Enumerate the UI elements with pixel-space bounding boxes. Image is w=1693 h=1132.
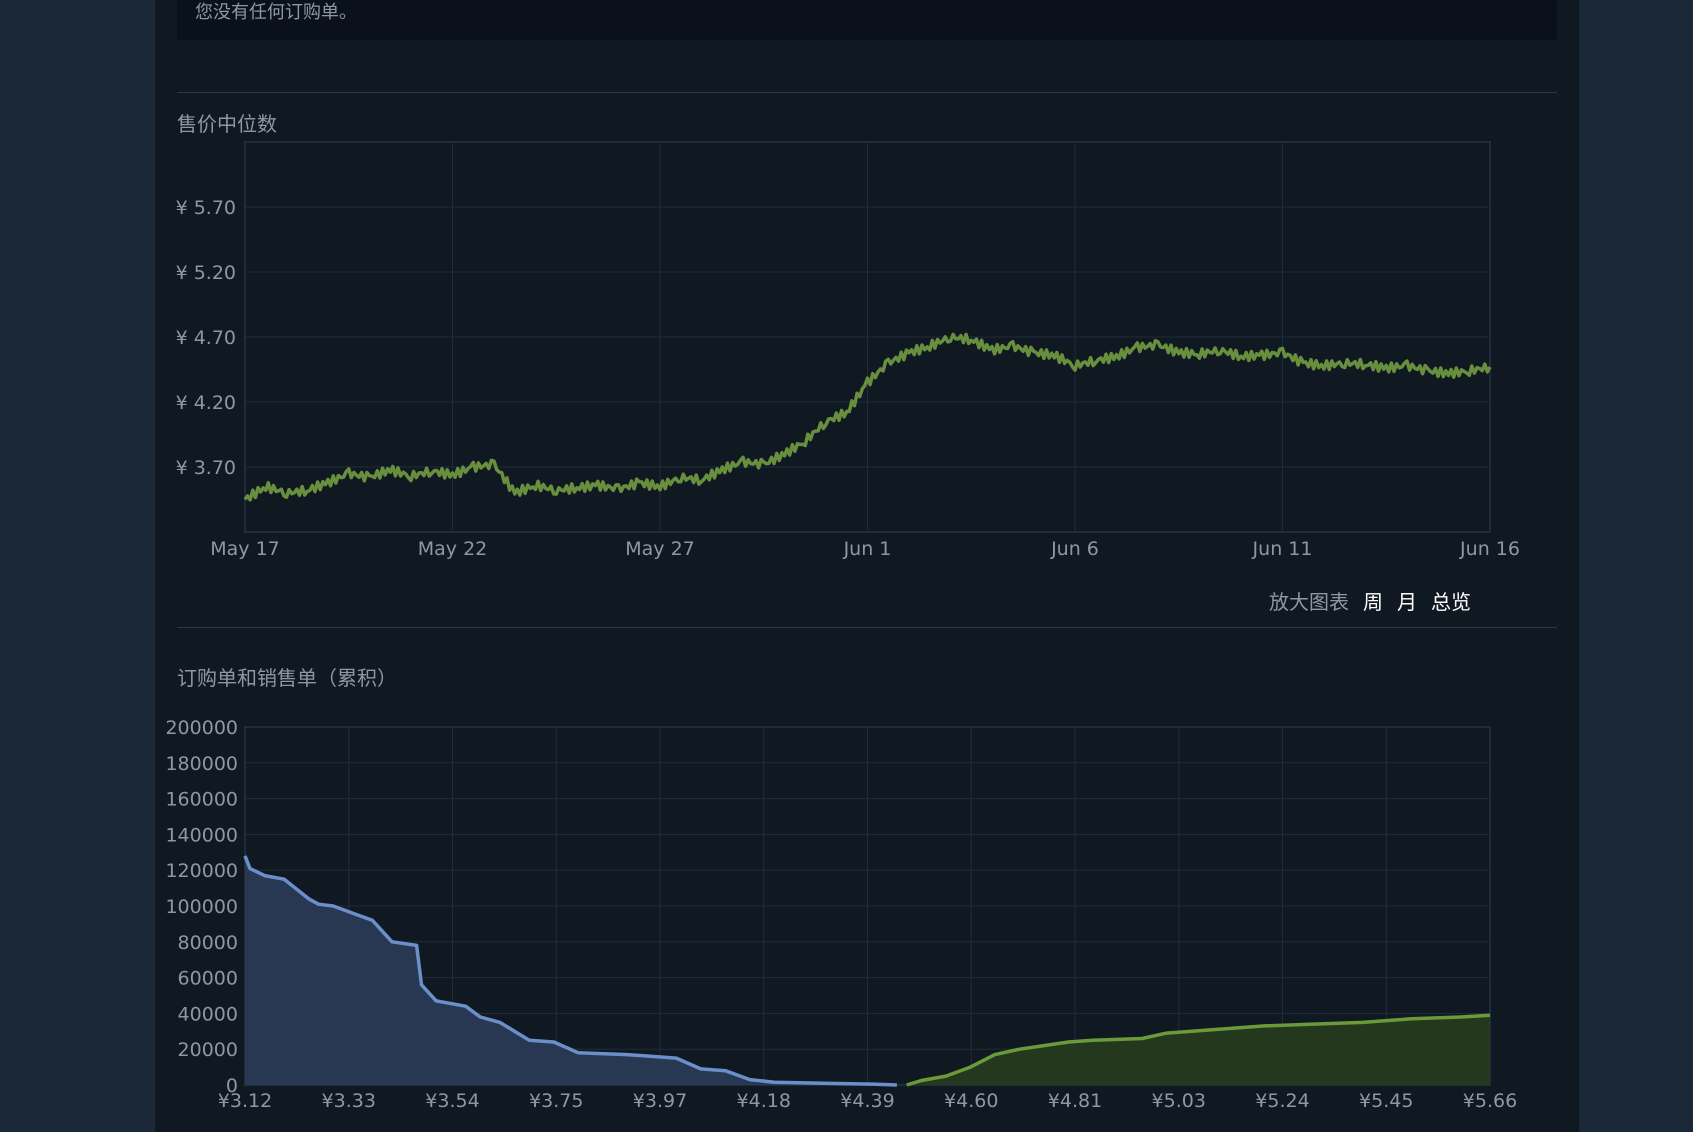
x-tick-label: ¥5.66 xyxy=(1463,1090,1517,1112)
y-tick-label: ¥ 5.20 xyxy=(176,262,236,284)
zoom-week-button[interactable]: 周 xyxy=(1363,586,1383,615)
x-tick-label: ¥3.75 xyxy=(529,1090,583,1112)
x-tick-label: ¥5.24 xyxy=(1255,1090,1309,1112)
x-tick-label: May 17 xyxy=(210,538,280,560)
y-tick-label: 180000 xyxy=(165,753,238,775)
x-tick-label: Jun 1 xyxy=(843,538,892,560)
y-tick-label: 140000 xyxy=(165,824,238,846)
zoom-controls: 放大图表 周 月 总览 xyxy=(1269,586,1471,615)
x-tick-label: ¥3.97 xyxy=(633,1090,687,1112)
y-tick-label: ¥ 4.70 xyxy=(176,327,236,349)
x-tick-label: ¥3.33 xyxy=(322,1090,376,1112)
orders-chart-title: 订购单和销售单（累积） xyxy=(177,666,397,690)
y-tick-label: ¥ 3.70 xyxy=(176,457,236,479)
y-tick-label: 80000 xyxy=(178,932,238,954)
y-tick-label: 40000 xyxy=(178,1003,238,1025)
x-tick-label: ¥4.39 xyxy=(840,1090,894,1112)
x-tick-label: Jun 16 xyxy=(1459,538,1520,560)
divider xyxy=(177,92,1557,93)
zoom-label: 放大图表 xyxy=(1269,590,1349,614)
x-tick-label: May 27 xyxy=(625,538,695,560)
orders-depth-chart: ¥3.12 ¥3.33 ¥3.54 ¥3.75 ¥3.97 ¥4.18 ¥4.39 ¥4.60… xyxy=(165,717,1517,1112)
x-tick-label: ¥4.60 xyxy=(944,1090,998,1112)
x-tick-label: Jun 6 xyxy=(1050,538,1099,560)
divider xyxy=(177,627,1557,628)
x-tick-label: May 22 xyxy=(418,538,488,560)
y-tick-label: 100000 xyxy=(165,896,238,918)
x-tick-label: ¥5.45 xyxy=(1359,1090,1413,1112)
market-panel: 您没有任何订购单。 售价中位数 May 17 May 22 May 27 Jun 1J… xyxy=(155,0,1579,1132)
median-price-chart: May 17 May 22 May 27 Jun 1 Jun 6 Jun 11 Jun 16… xyxy=(176,141,1520,560)
y-tick-label: 120000 xyxy=(165,860,238,882)
x-tick-label: Jun 11 xyxy=(1252,538,1313,560)
zoom-month-button[interactable]: 月 xyxy=(1397,586,1417,615)
x-tick-label: ¥5.03 xyxy=(1152,1090,1206,1112)
y-tick-label: ¥ 4.20 xyxy=(176,392,236,414)
y-tick-label: 160000 xyxy=(165,789,238,811)
y-tick-label: ¥ 5.70 xyxy=(176,197,236,219)
y-tick-label: 60000 xyxy=(178,968,238,990)
y-tick-label: 0 xyxy=(226,1075,238,1097)
x-tick-label: ¥4.81 xyxy=(1048,1090,1102,1112)
notice-box: 您没有任何订购单。 xyxy=(177,0,1557,40)
zoom-all-button[interactable]: 总览 xyxy=(1431,586,1471,615)
y-tick-label: 20000 xyxy=(178,1039,238,1061)
x-tick-label: ¥3.54 xyxy=(425,1090,479,1112)
sell-orders-area xyxy=(906,1015,1490,1085)
x-tick-label: ¥4.18 xyxy=(737,1090,791,1112)
y-tick-label: 200000 xyxy=(165,717,238,739)
no-orders-notice: 您没有任何订购单。 xyxy=(195,2,357,23)
